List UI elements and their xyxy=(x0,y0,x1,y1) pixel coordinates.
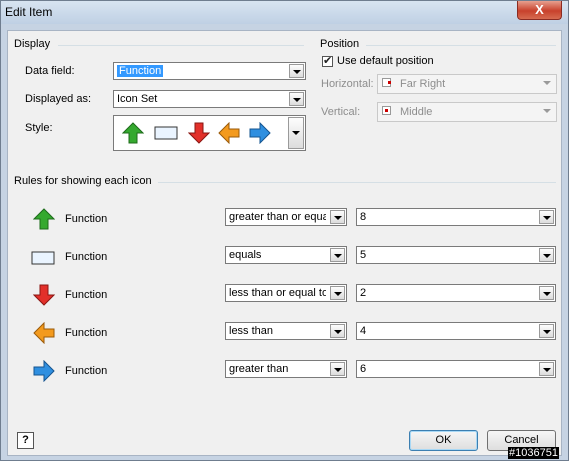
chevron-down-icon[interactable] xyxy=(288,117,304,149)
rule-value-select[interactable]: 4 xyxy=(356,322,556,340)
edit-item-dialog: Edit Item X Display Data field: Function… xyxy=(0,0,569,461)
rule-row: Function less than or equal to 2 xyxy=(8,282,563,308)
chevron-down-icon[interactable] xyxy=(330,248,345,262)
window-title: Edit Item xyxy=(5,5,53,19)
chevron-down-icon xyxy=(540,104,555,118)
watermark-id: #1036751 xyxy=(508,447,559,459)
arrow-up-green-icon xyxy=(33,208,55,230)
rectangle-blank-icon xyxy=(154,126,178,140)
chevron-down-icon[interactable] xyxy=(289,92,304,106)
rules-separator xyxy=(158,182,556,183)
position-separator xyxy=(366,45,556,46)
rule-field-label: Function xyxy=(65,213,108,225)
vertical-label: Vertical: xyxy=(321,106,361,118)
rule-operator-value: greater than xyxy=(229,363,289,375)
dialog-body: Display Data field: Function Displayed a… xyxy=(7,30,562,456)
display-section-title: Display xyxy=(14,38,51,50)
rule-field-label: Function xyxy=(65,327,108,339)
rule-row: Function greater than 6 xyxy=(8,358,563,384)
rule-operator-value: less than xyxy=(229,325,274,337)
chevron-down-icon xyxy=(540,76,555,90)
arrow-down-red-icon xyxy=(33,284,55,306)
displayed-as-select[interactable]: Icon Set xyxy=(113,90,306,108)
rule-value: 5 xyxy=(360,249,367,261)
display-separator xyxy=(58,45,304,46)
displayed-as-value: Icon Set xyxy=(117,93,158,105)
data-field-value: Function xyxy=(117,65,164,77)
arrow-right-blue-icon xyxy=(249,122,271,144)
rule-operator-value: less than or equal to xyxy=(229,287,326,299)
chevron-down-icon[interactable] xyxy=(539,210,554,224)
chevron-down-icon[interactable] xyxy=(330,286,345,300)
rule-operator-value: equals xyxy=(229,249,262,261)
rule-value: 6 xyxy=(360,363,367,375)
rule-value: 2 xyxy=(360,287,367,299)
close-button[interactable]: X xyxy=(517,1,562,20)
horizontal-label: Horizontal: xyxy=(321,78,374,90)
rectangle-blank-icon xyxy=(31,251,55,265)
arrow-up-green-icon xyxy=(122,122,144,144)
data-field-label: Data field: xyxy=(25,65,75,77)
style-select[interactable] xyxy=(113,115,306,151)
arrow-left-orange-icon xyxy=(218,122,240,144)
rule-value-select[interactable]: 6 xyxy=(356,360,556,378)
chevron-down-icon[interactable] xyxy=(539,324,554,338)
position-section-title: Position xyxy=(320,38,360,50)
position-right-icon xyxy=(382,78,391,87)
vertical-value: Middle xyxy=(400,106,433,118)
chevron-down-icon[interactable] xyxy=(539,286,554,300)
data-field-select[interactable]: Function xyxy=(113,62,306,80)
vertical-select[interactable]: Middle xyxy=(377,102,557,122)
rule-field-label: Function xyxy=(65,251,108,263)
rule-row: Function greater than or equa 8 xyxy=(8,206,563,232)
use-default-position-label[interactable]: Use default position xyxy=(337,55,434,67)
chevron-down-icon[interactable] xyxy=(330,324,345,338)
rule-operator-select[interactable]: greater than or equa xyxy=(225,208,347,226)
rule-operator-select[interactable]: less than xyxy=(225,322,347,340)
style-label: Style: xyxy=(25,122,53,134)
rule-value-select[interactable]: 2 xyxy=(356,284,556,302)
ok-button[interactable]: OK xyxy=(409,430,478,451)
arrow-down-red-icon xyxy=(188,122,210,144)
arrow-right-blue-icon xyxy=(33,360,55,382)
rule-value: 4 xyxy=(360,325,367,337)
rule-row: Function less than 4 xyxy=(8,320,563,346)
rule-row: Function equals 5 xyxy=(8,244,563,270)
rule-value-select[interactable]: 8 xyxy=(356,208,556,226)
arrow-left-orange-icon xyxy=(33,322,55,344)
chevron-down-icon[interactable] xyxy=(330,362,345,376)
rule-operator-select[interactable]: equals xyxy=(225,246,347,264)
position-middle-icon xyxy=(382,106,391,115)
rule-value-select[interactable]: 5 xyxy=(356,246,556,264)
use-default-position-checkbox[interactable] xyxy=(322,54,333,67)
rule-field-label: Function xyxy=(65,289,108,301)
rule-operator-select[interactable]: less than or equal to xyxy=(225,284,347,302)
rules-section-title: Rules for showing each icon xyxy=(14,175,152,187)
horizontal-value: Far Right xyxy=(400,78,446,90)
horizontal-select[interactable]: Far Right xyxy=(377,74,557,94)
chevron-down-icon[interactable] xyxy=(330,210,345,224)
chevron-down-icon[interactable] xyxy=(539,362,554,376)
rule-operator-value: greater than or equa xyxy=(229,211,326,223)
rule-field-label: Function xyxy=(65,365,108,377)
title-bar[interactable]: Edit Item X xyxy=(1,1,568,24)
rule-value: 8 xyxy=(360,211,367,223)
chevron-down-icon[interactable] xyxy=(289,64,304,78)
help-button[interactable]: ? xyxy=(17,432,34,449)
chevron-down-icon[interactable] xyxy=(539,248,554,262)
displayed-as-label: Displayed as: xyxy=(25,93,92,105)
rule-operator-select[interactable]: greater than xyxy=(225,360,347,378)
